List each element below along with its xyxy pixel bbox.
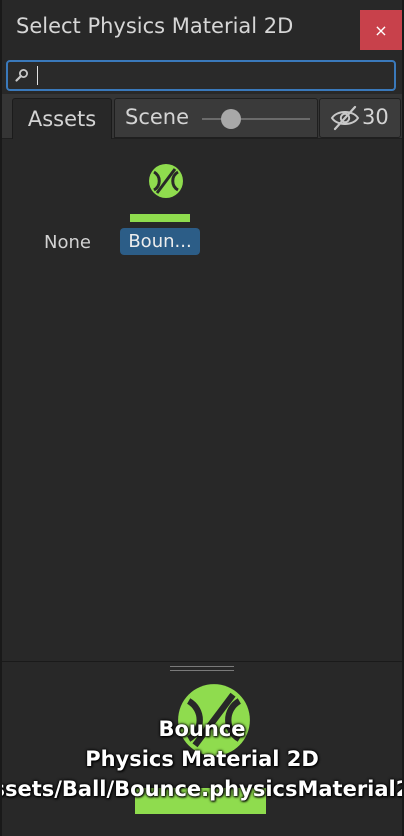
object-picker-window: Select Physics Material 2D × Assets Scen… [2,0,402,836]
asset-grid: None Boun... [2,139,402,661]
asset-type-bar [130,214,190,222]
preview-panel: Bounce Physics Material 2D Assets/Ball/B… [2,661,402,836]
zoom-slider-thumb[interactable] [221,109,241,129]
grid-item-bounce-label: Boun... [128,231,192,252]
preview-path: Assets/Ball/Bounce.physicsMaterial2D [2,777,402,801]
preview-name: Bounce [158,717,246,741]
eye-slash-icon [330,105,360,131]
physics-material-ball-icon[interactable] [148,163,184,199]
tab-scene[interactable]: Scene [114,98,318,138]
tab-assets-label: Assets [27,107,97,131]
preview-info: Bounce Physics Material 2D Assets/Ball/B… [2,714,402,804]
grid-item-none[interactable]: None [44,232,91,253]
window-title: Select Physics Material 2D [16,14,294,38]
hidden-count-value: 30 [362,105,389,129]
zoom-slider-track[interactable] [202,118,310,120]
close-icon: × [374,20,388,40]
search-input[interactable] [40,62,394,91]
search-icon [15,69,28,82]
preview-type: Physics Material 2D [85,747,319,771]
tab-scene-label: Scene [125,105,190,129]
tab-assets[interactable]: Assets [12,98,112,139]
search-bar [2,56,402,94]
close-button[interactable]: × [360,10,402,50]
preview-splitter-handle[interactable] [170,666,234,672]
search-field[interactable] [6,60,396,91]
title-bar: Select Physics Material 2D × [2,0,402,56]
text-caret [37,66,38,85]
grid-item-bounce[interactable]: Boun... [120,228,200,255]
picker-toolbar: Assets Scene 30 [2,94,402,139]
hidden-objects-toggle[interactable]: 30 [319,98,401,138]
